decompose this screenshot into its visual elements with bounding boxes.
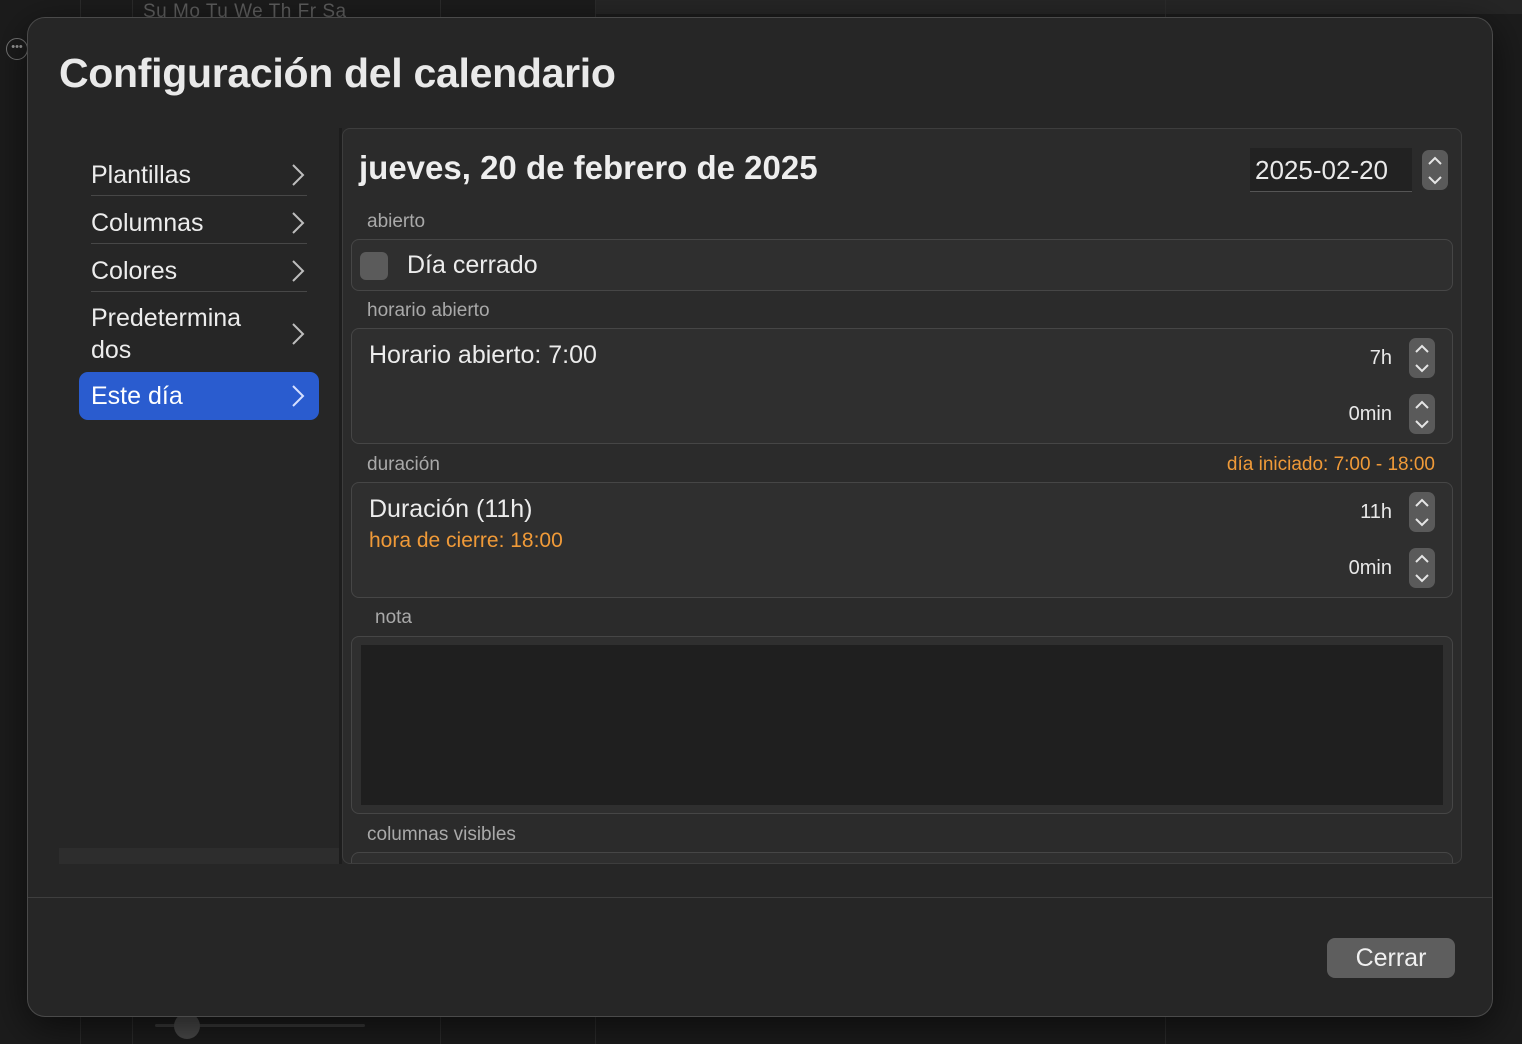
chevron-up-icon[interactable] (1414, 496, 1430, 508)
chevron-up-icon[interactable] (1414, 398, 1430, 410)
sidebar-item-plantillas[interactable]: Plantillas (91, 154, 307, 196)
closing-time: hora de cierre: 18:00 (369, 529, 563, 552)
chevron-down-icon[interactable] (1414, 362, 1430, 374)
sidebar-footer (59, 848, 339, 864)
section-label-open-hours: horario abierto (367, 300, 490, 321)
closed-day-label: Día cerrado (407, 251, 538, 279)
open-hours-minutes: 0min (1348, 403, 1392, 425)
duration-info: día iniciado: 7:00 - 18:00 (1226, 454, 1435, 475)
section-label-note: nota (375, 607, 412, 628)
chevron-right-icon (289, 209, 307, 237)
note-box (351, 636, 1453, 814)
section-label-open: abierto (367, 211, 426, 232)
chevron-down-icon[interactable] (1414, 572, 1430, 584)
sidebar-item-label-line2: dos (91, 336, 132, 364)
open-hours-hours: 7h (1369, 347, 1392, 369)
chevron-down-icon[interactable] (1414, 418, 1430, 430)
sidebar-item-colores[interactable]: Colores (91, 250, 307, 292)
chevron-right-icon (289, 382, 307, 410)
sidebar-item-columnas[interactable]: Columnas (91, 202, 307, 244)
duration-box: Duración (11h) hora de cierre: 18:00 11h… (351, 482, 1453, 598)
sidebar-item-label-line1: Predetermina (91, 304, 242, 332)
chevron-up-icon[interactable] (1427, 154, 1443, 166)
date-field[interactable]: 2025-02-20 (1250, 148, 1412, 192)
open-hours-minutes-stepper[interactable] (1409, 394, 1435, 434)
chevron-up-icon[interactable] (1414, 552, 1430, 564)
ellipsis-circle-icon[interactable]: ••• (6, 38, 28, 60)
duration-hours: 11h (1360, 501, 1392, 523)
chevron-up-icon[interactable] (1414, 342, 1430, 354)
duration-title: Duración (11h) (369, 495, 533, 523)
sidebar-item-label: Colores (91, 256, 178, 285)
section-label-duration: duración (367, 454, 440, 475)
visible-columns-box (351, 852, 1453, 863)
background-weekday-header: Su Mo Tu We Th Fr Sa (143, 1, 347, 18)
duration-minutes: 0min (1348, 557, 1392, 579)
background-toolbar (595, 0, 1522, 14)
closed-day-box: Día cerrado (351, 239, 1453, 291)
sidebar-item-label: Columnas (91, 208, 204, 237)
closed-day-checkbox[interactable] (360, 252, 388, 280)
open-hours-box: Horario abierto: 7:00 7h 0min (351, 328, 1453, 444)
date-heading: jueves, 20 de febrero de 2025 (359, 149, 818, 186)
section-label-visible-columns: columnas visibles (367, 824, 516, 845)
duration-hours-stepper[interactable] (1409, 492, 1435, 532)
chevron-right-icon (289, 257, 307, 285)
sidebar-item-label: Este día (91, 382, 183, 410)
duration-minutes-stepper[interactable] (1409, 548, 1435, 588)
settings-sidebar: Plantillas Columnas Colores Predetermina… (59, 128, 339, 864)
chevron-right-icon (289, 320, 307, 348)
chevron-down-icon[interactable] (1414, 516, 1430, 528)
date-stepper[interactable] (1422, 150, 1448, 190)
sidebar-item-este-dia[interactable]: Este día (79, 372, 319, 420)
footer-divider (28, 897, 1492, 898)
note-textarea[interactable] (361, 645, 1443, 805)
close-button[interactable]: Cerrar (1327, 938, 1455, 978)
sidebar-item-predeterminados[interactable]: Predetermina dos (91, 300, 307, 368)
open-hours-title: Horario abierto: 7:00 (369, 341, 597, 369)
sidebar-item-label: Plantillas (91, 160, 192, 189)
chevron-down-icon[interactable] (1427, 174, 1443, 186)
day-detail-panel: jueves, 20 de febrero de 2025 2025-02-20… (342, 128, 1462, 864)
sidebar-item-label: Predetermina dos (91, 302, 289, 366)
open-hours-hours-stepper[interactable] (1409, 338, 1435, 378)
chevron-right-icon (289, 161, 307, 189)
calendar-settings-sheet: Configuración del calendario Plantillas … (27, 17, 1493, 1017)
sheet-title: Configuración del calendario (59, 50, 616, 96)
